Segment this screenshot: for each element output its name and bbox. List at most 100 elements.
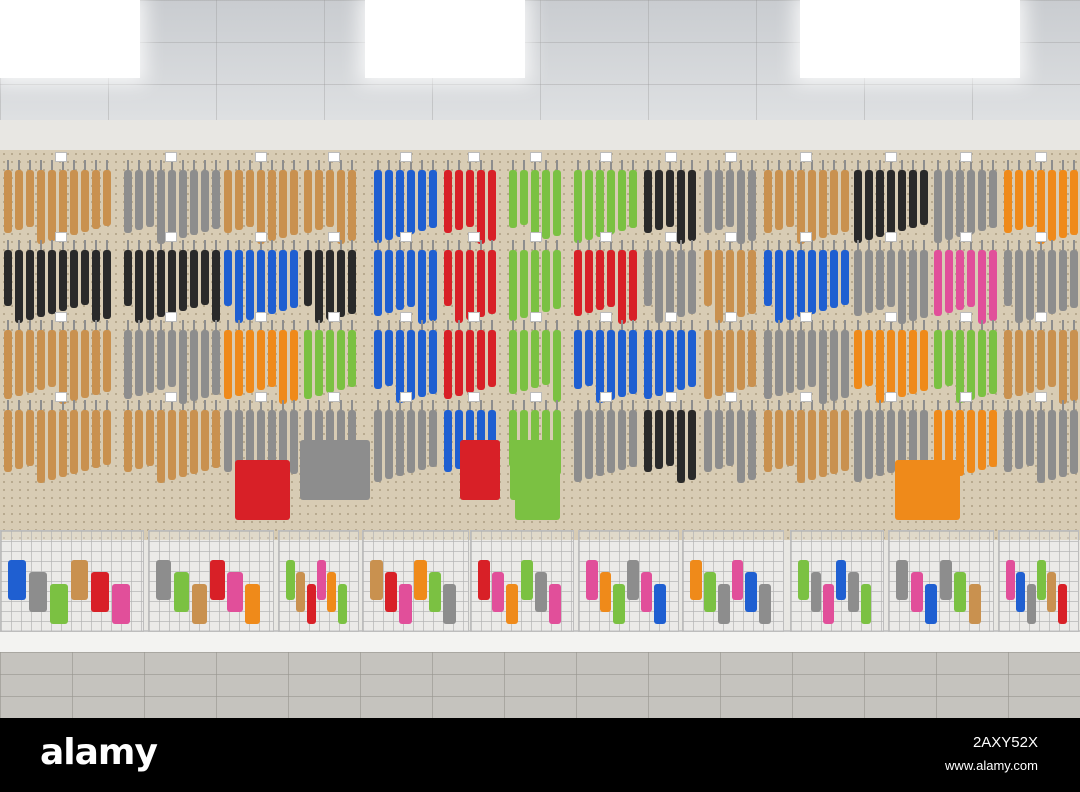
peg-hook <box>691 320 693 330</box>
peg-hook <box>778 240 780 250</box>
peg-hook <box>707 400 709 410</box>
hanging-tool <box>48 330 56 387</box>
peg-hook <box>1062 400 1064 410</box>
hanging-tool <box>374 330 382 389</box>
peg-hook <box>351 400 353 410</box>
peg-hook <box>351 320 353 330</box>
hanging-tool <box>909 330 917 394</box>
hanging-tool <box>574 410 582 482</box>
peg-hook <box>1073 320 1075 330</box>
hanging-tool <box>830 170 838 235</box>
hanging-tool <box>146 410 154 466</box>
peg-hook <box>51 400 53 410</box>
hanging-tool <box>967 330 975 400</box>
hanging-tool <box>157 170 165 244</box>
hanging-tool <box>764 250 772 306</box>
peg-hook <box>992 320 994 330</box>
hanging-tool <box>48 410 56 480</box>
hanging-tool <box>257 330 265 390</box>
hanging-tool <box>407 250 415 307</box>
peg-hook <box>923 400 925 410</box>
peg-hook <box>691 240 693 250</box>
hanging-tool <box>509 330 517 394</box>
peg-hook <box>1007 400 1009 410</box>
peg-hook <box>512 400 514 410</box>
hanging-tool <box>488 170 496 241</box>
hanging-tool <box>677 170 685 244</box>
peg-hook <box>658 320 660 330</box>
peg-hook <box>981 240 983 250</box>
basket-product <box>954 572 967 612</box>
peg-hook <box>95 400 97 410</box>
hanging-tool <box>775 410 783 469</box>
hanging-tool <box>808 170 816 241</box>
hanging-tool <box>775 330 783 396</box>
hanging-tool <box>797 250 805 317</box>
peg-hook <box>523 160 525 170</box>
hanging-tool <box>429 250 437 321</box>
peg-hook <box>588 160 590 170</box>
peg-hook <box>523 400 525 410</box>
hanging-tool <box>279 170 287 238</box>
hanging-tool <box>887 250 895 307</box>
peg-hook <box>822 400 824 410</box>
peg-hook <box>948 160 950 170</box>
hanging-tool <box>290 170 298 235</box>
hanging-tool <box>157 330 165 390</box>
peg-hook <box>751 320 753 330</box>
peg-hook <box>160 240 162 250</box>
price-tag <box>165 152 177 162</box>
basket-product <box>443 584 456 624</box>
peg-hook <box>182 320 184 330</box>
hanging-tool <box>337 250 345 317</box>
hanging-tool <box>808 410 816 480</box>
peg-hook <box>789 320 791 330</box>
peg-hook <box>73 240 75 250</box>
hanging-tool <box>596 170 604 237</box>
peg-hook <box>632 240 634 250</box>
peg-hook <box>707 320 709 330</box>
peg-hook <box>632 160 634 170</box>
peg-hook <box>1018 160 1020 170</box>
hanging-tool <box>257 250 265 317</box>
hanging-tool <box>819 170 827 238</box>
hanging-tool <box>201 330 209 398</box>
basket-product <box>703 572 716 612</box>
hanging-tool <box>841 250 849 305</box>
peg-hook <box>377 400 379 410</box>
hanging-tool <box>553 250 561 309</box>
hanging-tool <box>444 410 452 472</box>
hanging-tool <box>1037 330 1045 390</box>
price-tag <box>530 392 542 402</box>
peg-hook <box>421 320 423 330</box>
peg-hook <box>778 160 780 170</box>
peg-hook <box>718 240 720 250</box>
hanging-tool <box>726 170 734 227</box>
price-tag <box>165 392 177 402</box>
peg-hook <box>127 400 129 410</box>
peg-hook <box>621 240 623 250</box>
peg-hook <box>238 400 240 410</box>
basket-product <box>586 560 598 600</box>
basket-product <box>173 572 190 612</box>
hanging-tool <box>135 410 143 469</box>
hanging-tool <box>1004 170 1012 233</box>
peg-hook <box>822 240 824 250</box>
hanging-tool <box>385 330 393 386</box>
peg-hook <box>1073 160 1075 170</box>
peg-hook <box>621 160 623 170</box>
peg-hook <box>215 320 217 330</box>
peg-hook <box>778 400 780 410</box>
hanging-tool <box>1004 330 1012 399</box>
hanging-tool <box>819 410 827 477</box>
peg-hook <box>138 400 140 410</box>
peg-hook <box>138 320 140 330</box>
hanging-tool <box>235 170 243 230</box>
peg-hook <box>73 400 75 410</box>
peg-hook <box>193 400 195 410</box>
peg-hook <box>149 160 151 170</box>
hanging-tool <box>466 330 474 393</box>
hanging-tool <box>748 330 756 387</box>
peg-hook <box>271 240 273 250</box>
peg-hook <box>577 320 579 330</box>
